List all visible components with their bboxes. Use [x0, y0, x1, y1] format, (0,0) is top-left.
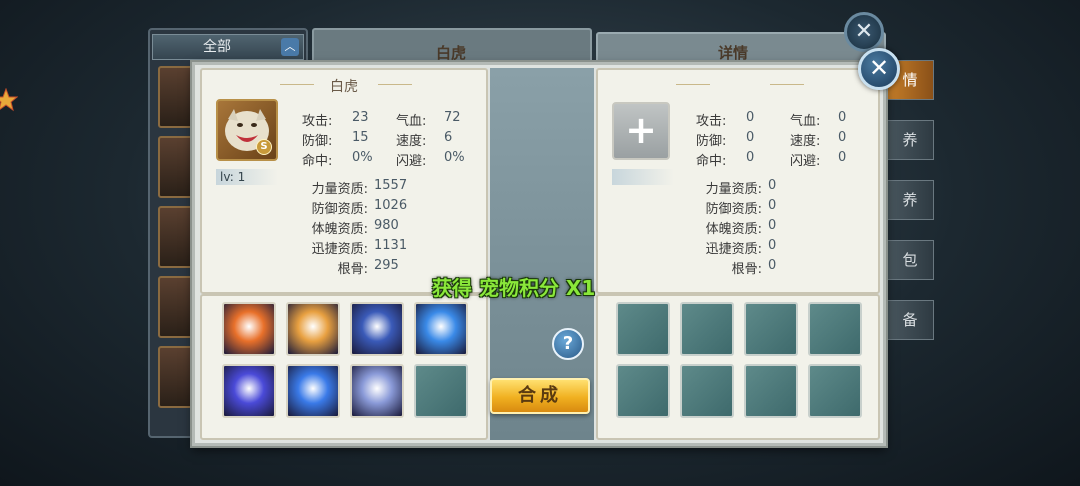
defense-aptitude-value: 1026 [374, 198, 408, 213]
pet-avatar[interactable]: S [216, 99, 278, 161]
empty-skill-slot[interactable] [808, 364, 862, 418]
root-bone-value: 0 [768, 258, 777, 273]
speed-label: 速度: [396, 134, 427, 149]
attack-label: 攻击: [696, 114, 727, 129]
merge-button[interactable]: 合成 [490, 378, 590, 414]
filter-dropdown[interactable]: 全部 ︿ [152, 34, 304, 60]
empty-slot[interactable] [414, 364, 468, 418]
root-bone-value: 295 [374, 258, 399, 273]
defense-value: 0 [746, 130, 755, 145]
hit-value: 0% [352, 150, 373, 165]
dodge-value: 0 [838, 150, 847, 165]
sphere-skill-icon[interactable] [350, 364, 404, 418]
background-close-icon[interactable]: ✕ [844, 12, 884, 52]
star-icon [0, 88, 18, 112]
strength-aptitude-value: 0 [768, 178, 777, 193]
empty-skill-slot[interactable] [744, 364, 798, 418]
add-pet-button[interactable]: + [612, 102, 670, 160]
strength-aptitude-value: 1557 [374, 178, 408, 193]
reward-toast: 获得 宠物积分 X1 [432, 276, 596, 300]
physique-aptitude-label: 体魄资质: [705, 222, 762, 237]
agility-aptitude-label: 迅捷资质: [705, 242, 762, 257]
physique-aptitude-value: 0 [768, 218, 777, 233]
pet-name-title: 白虎 [436, 44, 467, 62]
root-bone-label: 根骨: [731, 262, 762, 277]
details-title: 详情 [718, 44, 749, 62]
chevron-up-icon: ︿ [281, 38, 299, 56]
lightning-skill-icon[interactable] [286, 364, 340, 418]
tab-train[interactable]: 养 [886, 180, 934, 220]
hp-value: 0 [838, 110, 847, 125]
defense-label: 防御: [302, 134, 333, 149]
defense-aptitude-label: 防御资质: [705, 202, 762, 217]
tab-cultivate[interactable]: 养 [886, 120, 934, 160]
filter-label: 全部 [203, 39, 231, 55]
help-button[interactable]: ? [552, 328, 584, 360]
empty-skill-slot[interactable] [744, 302, 798, 356]
strength-aptitude-label: 力量资质: [705, 182, 762, 197]
defense-aptitude-value: 0 [768, 198, 777, 213]
title-ornament [676, 84, 710, 85]
hit-label: 命中: [696, 154, 727, 169]
agility-aptitude-value: 1131 [374, 238, 408, 253]
pet-level: lv: 1 [216, 169, 278, 185]
tab-bag[interactable]: 包 [886, 240, 934, 280]
physique-aptitude-label: 体魄资质: [311, 222, 368, 237]
heart-skill-icon[interactable] [414, 302, 468, 356]
defense-label: 防御: [696, 134, 727, 149]
tab-equipment[interactable]: 备 [886, 300, 934, 340]
agility-aptitude-value: 0 [768, 238, 777, 253]
defense-value: 15 [352, 130, 369, 145]
strength-aptitude-label: 力量资质: [311, 182, 368, 197]
title-ornament [770, 84, 804, 85]
left-pet-name: 白虎 [330, 79, 358, 95]
hp-value: 72 [444, 110, 461, 125]
attack-label: 攻击: [302, 114, 333, 129]
orb-skill-icon[interactable] [222, 364, 276, 418]
attack-value: 23 [352, 110, 369, 125]
claw-skill-icon[interactable] [350, 302, 404, 356]
empty-skill-slot[interactable] [616, 302, 670, 356]
defense-aptitude-label: 防御资质: [311, 202, 368, 217]
empty-skill-slot[interactable] [680, 364, 734, 418]
rank-badge: S [256, 139, 272, 155]
speed-value: 6 [444, 130, 453, 145]
empty-skill-slot[interactable] [808, 302, 862, 356]
right-level-bar [612, 169, 674, 185]
dodge-value: 0% [444, 150, 465, 165]
dodge-label: 闪避: [790, 154, 821, 169]
hit-label: 命中: [302, 154, 333, 169]
hp-label: 气血: [396, 114, 427, 129]
dodge-label: 闪避: [396, 154, 427, 169]
empty-skill-slot[interactable] [680, 302, 734, 356]
agility-aptitude-label: 迅捷资质: [311, 242, 368, 257]
attack-value: 0 [746, 110, 755, 125]
tiger-skill-icon[interactable] [286, 302, 340, 356]
empty-skill-slot[interactable] [616, 364, 670, 418]
speed-value: 0 [838, 130, 847, 145]
hit-value: 0 [746, 150, 755, 165]
phoenix-skill-icon[interactable] [222, 302, 276, 356]
physique-aptitude-value: 980 [374, 218, 399, 233]
speed-label: 速度: [790, 134, 821, 149]
hp-label: 气血: [790, 114, 821, 129]
title-ornament [378, 84, 412, 85]
close-button[interactable]: ✕ [858, 48, 900, 90]
root-bone-label: 根骨: [337, 262, 368, 277]
